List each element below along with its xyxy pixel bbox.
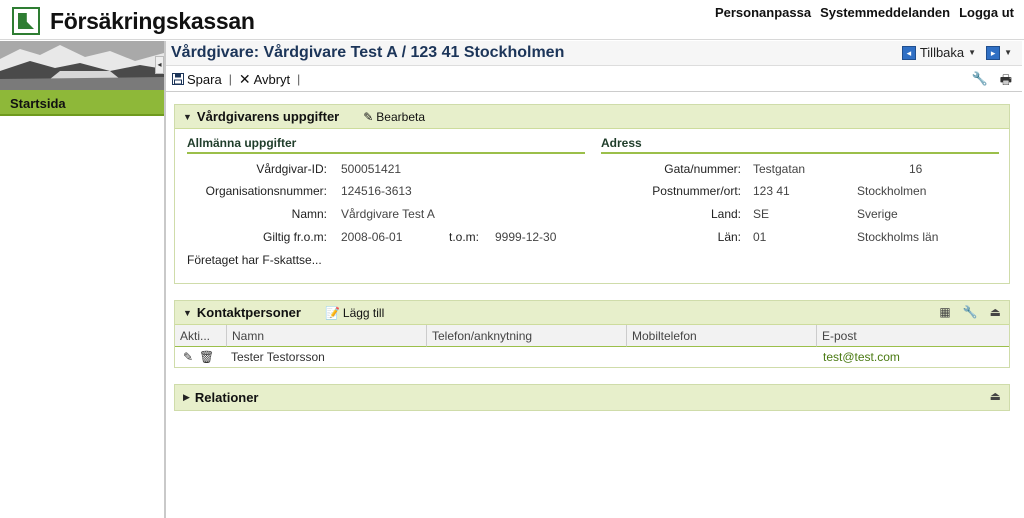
org-number-label: Organisationsnummer: — [205, 184, 327, 198]
valid-from-value: 2008-06-01 — [341, 230, 403, 244]
print-icon[interactable]: 🖶 — [1000, 71, 1012, 93]
page-title: Vårdgivare: Vårdgivare Test A / 123 41 S… — [171, 44, 565, 61]
postal-label: Postnummer/ort: — [652, 184, 741, 198]
contact-email-link[interactable]: test@test.com — [823, 350, 900, 364]
panel-title: Kontaktpersoner — [196, 305, 301, 320]
forward-dropdown-icon[interactable]: ▼ — [1004, 48, 1012, 57]
add-label: Lägg till — [342, 305, 385, 320]
provider-details-header[interactable]: ▼ Vårdgivarens uppgifter ✎ Bearbeta — [175, 105, 1009, 129]
relations-header[interactable]: ▶ Relationer ⏏ — [175, 385, 1009, 410]
table-header: Akti... Namn Telefon/anknytning Mobiltel… — [175, 325, 1009, 347]
logo-mark-icon — [12, 7, 40, 35]
provider-details-panel: ▼ Vårdgivarens uppgifter ✎ Bearbeta Allm… — [174, 104, 1010, 284]
back-button[interactable]: Tillbaka — [920, 45, 964, 60]
address-section-title: Adress — [601, 136, 999, 154]
toolbar: Spara | ✕ Avbryt | 🔧 🖶 — [166, 67, 1022, 92]
toolbar-separator: | — [297, 72, 301, 86]
add-contact-button[interactable]: 📝 Lägg till — [325, 306, 384, 320]
edit-label: Bearbeta — [376, 109, 425, 124]
trash-icon[interactable]: 🗑 — [199, 350, 214, 364]
link-systemmeddelanden[interactable]: Systemmeddelanden — [820, 5, 950, 20]
tools-icon[interactable]: 🔧 — [972, 71, 988, 93]
back-arrow-icon[interactable]: ◂ — [901, 45, 916, 60]
name-value: Vårdgivare Test A — [341, 207, 435, 221]
sidebar-divider — [164, 41, 166, 518]
general-section-title: Allmänna uppgifter — [187, 136, 585, 154]
cancel-label: Avbryt — [253, 71, 291, 87]
contacts-panel: ▼ Kontaktpersoner 📝 Lägg till ▦ 🔧 ⏏ Akti… — [174, 300, 1010, 368]
save-button[interactable]: Spara — [172, 72, 222, 87]
street-label: Gata/nummer: — [664, 162, 741, 176]
street-value: Testgatan — [753, 162, 806, 176]
table-row: ✎ 🗑 Tester Testorsson test@test.com — [175, 347, 1009, 367]
back-controls: ◂ Tillbaka ▼ ▸ ▼ — [901, 45, 1012, 60]
f-tax-text: Företaget har F-skattse... — [187, 253, 322, 267]
close-icon: ✕ — [238, 70, 251, 87]
top-links: Personanpassa Systemmeddelanden Logga ut — [715, 5, 1014, 20]
org-number-value: 124516-3613 — [341, 184, 412, 198]
name-label: Namn: — [291, 207, 327, 221]
contacts-header-icons: ▦ 🔧 ⏏ — [939, 305, 1001, 319]
toolbar-separator: | — [228, 72, 232, 86]
county-label: Län: — [717, 230, 741, 244]
collapse-icon[interactable]: ⏏ — [990, 305, 1001, 319]
relations-panel: ▶ Relationer ⏏ — [174, 384, 1010, 411]
app-header: Försäkringskassan Personanpassa Systemme… — [0, 0, 1024, 40]
pencil-icon[interactable]: ✎ — [183, 350, 193, 364]
expand-triangle-icon[interactable]: ▼ — [183, 308, 192, 318]
col-header-phone[interactable]: Telefon/anknytning — [427, 325, 627, 347]
panel-title: Vårdgivarens uppgifter — [196, 109, 340, 124]
edit-button[interactable]: ✎ Bearbeta — [363, 110, 425, 124]
link-personanpassa[interactable]: Personanpassa — [715, 5, 811, 20]
col-header-name[interactable]: Namn — [227, 325, 427, 347]
link-logga-ut[interactable]: Logga ut — [959, 5, 1014, 20]
title-bar: Vårdgivare: Vårdgivare Test A / 123 41 S… — [166, 41, 1022, 66]
export-icon[interactable]: ▦ — [939, 305, 950, 319]
col-header-actions[interactable]: Akti... — [175, 325, 227, 347]
provider-id-value: 500051421 — [341, 162, 402, 176]
collapse-sidebar-handle[interactable]: ◂ — [155, 56, 164, 74]
relations-header-icons: ⏏ — [990, 389, 1001, 403]
valid-to-label: t.o.m: — [449, 230, 480, 244]
add-document-icon: 📝 — [324, 305, 340, 320]
contacts-header[interactable]: ▼ Kontaktpersoner 📝 Lägg till ▦ 🔧 ⏏ — [175, 301, 1009, 325]
county-name-value: Stockholms län — [857, 230, 939, 244]
col-header-mobile[interactable]: Mobiltelefon — [627, 325, 817, 347]
col-header-email[interactable]: E-post — [817, 325, 1009, 347]
county-code-value: 01 — [753, 230, 767, 244]
country-name-value: Sverige — [857, 207, 898, 221]
expand-triangle-icon[interactable]: ▼ — [183, 112, 192, 122]
save-icon — [172, 73, 184, 85]
forward-arrow-icon[interactable]: ▸ — [986, 45, 1001, 60]
logo-text: Försäkringskassan — [50, 7, 255, 34]
nav-item-startsida[interactable]: Startsida — [0, 90, 164, 116]
valid-to-value: 9999-12-30 — [495, 230, 557, 244]
panel-title: Relationer — [194, 390, 259, 405]
cancel-button[interactable]: ✕ Avbryt — [239, 71, 290, 88]
pencil-icon: ✎ — [363, 109, 374, 124]
postal-value: 123 41 — [753, 184, 790, 198]
collapsed-triangle-icon[interactable]: ▶ — [183, 392, 190, 403]
banner-image — [0, 41, 164, 90]
collapse-icon[interactable]: ⏏ — [990, 389, 1001, 403]
tools-icon[interactable]: 🔧 — [963, 305, 978, 319]
valid-from-label: Giltig fr.o.m: — [262, 230, 327, 244]
back-dropdown-icon[interactable]: ▼ — [968, 48, 976, 57]
logo: Försäkringskassan — [12, 6, 255, 36]
provider-id-label: Vårdgivar-ID: — [256, 162, 327, 176]
contact-name: Tester Testorsson — [231, 350, 325, 364]
country-code-value: SE — [753, 207, 770, 221]
city-value: Stockholmen — [857, 184, 927, 198]
country-label: Land: — [710, 207, 741, 221]
street-number-value: 16 — [909, 162, 923, 176]
save-label: Spara — [187, 71, 222, 87]
toolbar-right-icons: 🔧 🖶 — [972, 71, 1012, 93]
